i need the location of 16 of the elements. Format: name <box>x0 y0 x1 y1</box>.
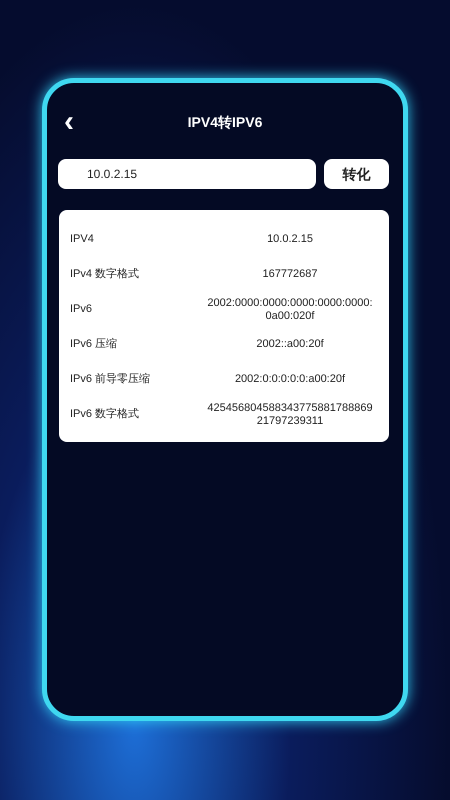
result-value: 167772687 <box>261 268 319 281</box>
result-value: 2002:0000:0000:0000:0000:0000:0a00:020f <box>206 296 374 322</box>
result-label: IPv6 数字格式 <box>70 406 140 422</box>
result-value: 10.0.2.15 <box>266 233 314 246</box>
ip-input-field[interactable]: 10.0.2.15 <box>58 159 316 189</box>
result-label: IPV4 <box>70 232 95 248</box>
result-label: IPv6 前导零压缩 <box>70 372 152 388</box>
result-label: IPv6 压缩 <box>70 336 118 352</box>
result-value: 2002:0:0:0:0:0:a00:20f <box>234 373 346 386</box>
result-label: IPv6 <box>70 302 94 318</box>
result-label: IPv4 数字格式 <box>70 266 140 282</box>
page-title: IPV4转IPV6 <box>188 112 262 132</box>
convert-button[interactable]: 转化 <box>324 159 389 189</box>
result-value: 2002::a00:20f <box>255 338 325 351</box>
result-value: 42545680458834377588178886921797239311 <box>206 402 374 428</box>
back-button[interactable]: ‹ <box>59 107 79 137</box>
